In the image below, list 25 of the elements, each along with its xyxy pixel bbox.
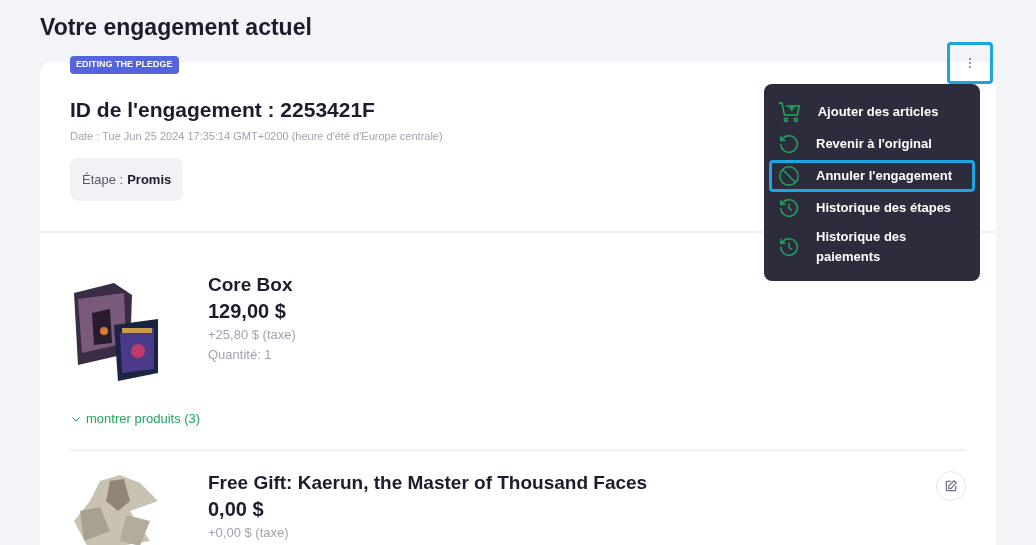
product-quantity: Quantité: 1 (208, 346, 273, 364)
menu-item[interactable]: Historique des étapes (769, 192, 975, 224)
product-price: 129,00 $ (208, 299, 287, 324)
menu-item[interactable]: Historique des paiements (769, 224, 975, 269)
edit-button[interactable] (936, 470, 966, 501)
pledge-date: Date : Tue Jun 25 2024 17:35:14 GMT+0200 (heure d'été d'Europe centrale) (70, 128, 443, 144)
product-tax: +25,80 $ (taxe) (208, 326, 297, 344)
product-name: Core Box (208, 273, 294, 297)
menu-item[interactable]: Ajouter des articles (769, 96, 975, 128)
pledge-id-title: ID de l'engagement : 2253421F (70, 97, 375, 123)
history-icon (778, 197, 800, 219)
cart-icon (778, 100, 802, 124)
stage-label: Étape : (82, 170, 124, 189)
edit-icon (944, 478, 958, 493)
undo-icon (778, 133, 800, 155)
product-tax: +0,00 $ (taxe) (208, 523, 290, 542)
menu-item[interactable]: Revenir à l'original (769, 128, 975, 160)
page-title: Votre engagement actuel (40, 13, 313, 42)
product-price: 0,00 $ (208, 496, 265, 522)
stage-value: Promis (127, 170, 172, 189)
history-icon (778, 235, 800, 258)
cancel-icon (778, 165, 800, 187)
status-badge: EDITING THE PLEDGE (70, 56, 179, 74)
menu-item[interactable]: Annuler l'engagement (769, 160, 975, 192)
product-name: Free Gift: Kaerun, the Master of Thousand Faces (208, 470, 649, 495)
